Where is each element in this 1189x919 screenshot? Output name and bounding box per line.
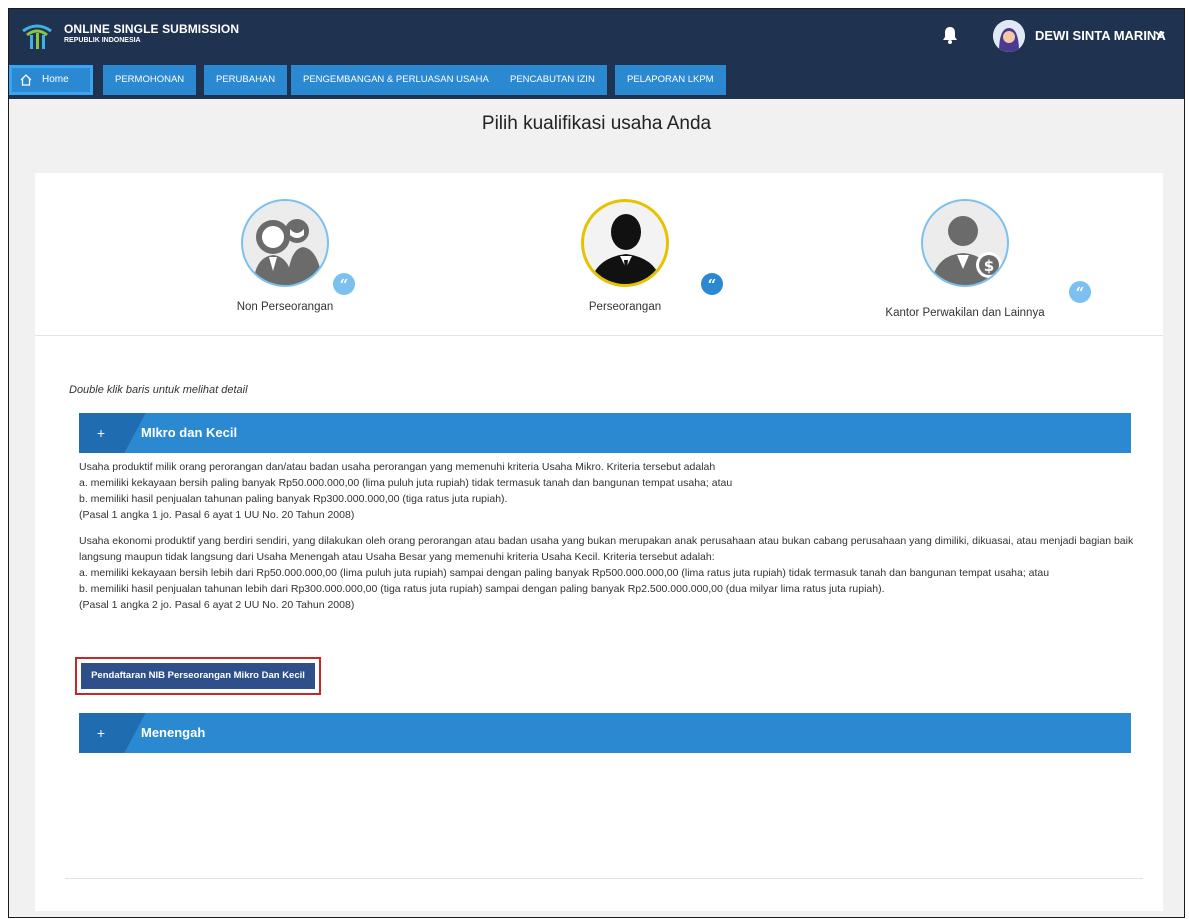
criteria-kecil: Usaha ekonomi produktif yang berdiri sen… xyxy=(79,533,1139,613)
nav-pengembangan[interactable]: PENGEMBANGAN & PERLUASAN USAHA xyxy=(291,65,501,95)
group-people-icon xyxy=(253,219,323,285)
type-kantor-perwakilan-image: $ xyxy=(921,199,1009,287)
hint-text: Double klik baris untuk melihat detail xyxy=(69,384,248,396)
nav-perubahan[interactable]: PERUBAHAN xyxy=(204,65,288,95)
brand[interactable]: ONLINE SINGLE SUBMISSION REPUBLIK INDONE… xyxy=(64,22,239,44)
home-icon xyxy=(20,74,32,86)
expand-icon[interactable]: + xyxy=(79,713,123,753)
criteria-line: b. memiliki hasil penjualan tahunan pali… xyxy=(79,493,508,505)
criteria-line: a. memiliki kekayaan bersih paling banya… xyxy=(79,477,733,489)
type-non-perseorangan-image xyxy=(241,199,329,287)
highlight-box: Pendaftaran NIB Perseorangan Mikro Dan K… xyxy=(75,657,321,695)
main-card: Non Perseorangan “ Perseorangan “ $ Kant… xyxy=(35,173,1163,911)
divider xyxy=(35,335,1163,336)
user-name[interactable]: DEWI SINTA MARINA xyxy=(1035,28,1166,43)
expand-icon[interactable]: + xyxy=(79,413,123,453)
quote-icon[interactable]: “ xyxy=(333,273,355,295)
criteria-line: Usaha produktif milik orang perorangan d… xyxy=(79,461,716,473)
accordion-mikro-kecil-header[interactable]: + MIkro dan Kecil xyxy=(79,413,1131,453)
user-avatar-icon xyxy=(993,20,1025,52)
criteria-line: a. memiliki kekayaan bersih lebih dari R… xyxy=(79,567,1050,579)
divider xyxy=(65,878,1143,879)
nav-pencabutan-izin[interactable]: PENCABUTAN IZIN xyxy=(498,65,607,95)
nav-pelaporan-lkpm[interactable]: PELAPORAN LKPM xyxy=(615,65,726,95)
pendaftaran-nib-button[interactable]: Pendaftaran NIB Perseorangan Mikro Dan K… xyxy=(81,663,315,689)
criteria-mikro: Usaha produktif milik orang perorangan d… xyxy=(79,459,1139,523)
type-kantor-perwakilan[interactable]: $ Kantor Perwakilan dan Lainnya xyxy=(865,199,1065,319)
criteria-line: Usaha ekonomi produktif yang berdiri sen… xyxy=(79,535,1134,563)
quote-icon[interactable]: “ xyxy=(1069,281,1091,303)
oss-logo-icon xyxy=(22,24,52,49)
main-nav: Home PERMOHONAN PERUBAHAN PENGEMBANGAN &… xyxy=(9,61,1184,99)
nav-home-label: Home xyxy=(42,74,69,85)
accordion-title: Menengah xyxy=(141,725,206,740)
quote-icon[interactable]: “ xyxy=(701,273,723,295)
businessman-money-icon: $ xyxy=(931,216,1002,285)
avatar[interactable] xyxy=(993,20,1025,52)
accordion-title: MIkro dan Kecil xyxy=(141,425,238,440)
type-non-perseorangan[interactable]: Non Perseorangan xyxy=(185,199,385,313)
top-bar: ONLINE SINGLE SUBMISSION REPUBLIK INDONE… xyxy=(9,9,1184,61)
criteria-line: (Pasal 1 angka 1 jo. Pasal 6 ayat 1 UU N… xyxy=(79,509,355,521)
bell-icon[interactable] xyxy=(941,26,959,44)
app-window: ONLINE SINGLE SUBMISSION REPUBLIK INDONE… xyxy=(8,8,1185,918)
accordion-menengah-header[interactable]: + Menengah xyxy=(79,713,1131,753)
type-label: Perseorangan xyxy=(588,301,662,313)
page-title: Pilih kualifikasi usaha Anda xyxy=(481,113,712,134)
chevron-down-icon[interactable] xyxy=(1154,28,1166,40)
accordion-mikro-kecil-body: Usaha produktif milik orang perorangan d… xyxy=(79,459,1139,623)
type-label: Kantor Perwakilan dan Lainnya xyxy=(885,307,1045,319)
criteria-line: b. memiliki hasil penjualan tahunan lebi… xyxy=(79,583,885,595)
nav-permohonan[interactable]: PERMOHONAN xyxy=(103,65,197,95)
type-label: Non Perseorangan xyxy=(236,301,334,313)
person-silhouette-icon xyxy=(590,214,662,284)
nav-home[interactable]: Home xyxy=(9,65,93,95)
criteria-line: (Pasal 1 angka 2 jo. Pasal 6 ayat 2 UU N… xyxy=(79,599,355,611)
brand-title: ONLINE SINGLE SUBMISSION xyxy=(64,22,240,36)
type-perseorangan[interactable]: Perseorangan xyxy=(545,199,705,313)
type-perseorangan-image xyxy=(581,199,669,287)
brand-subtitle: REPUBLIK INDONESIA xyxy=(64,37,141,44)
svg-text:$: $ xyxy=(984,257,994,275)
